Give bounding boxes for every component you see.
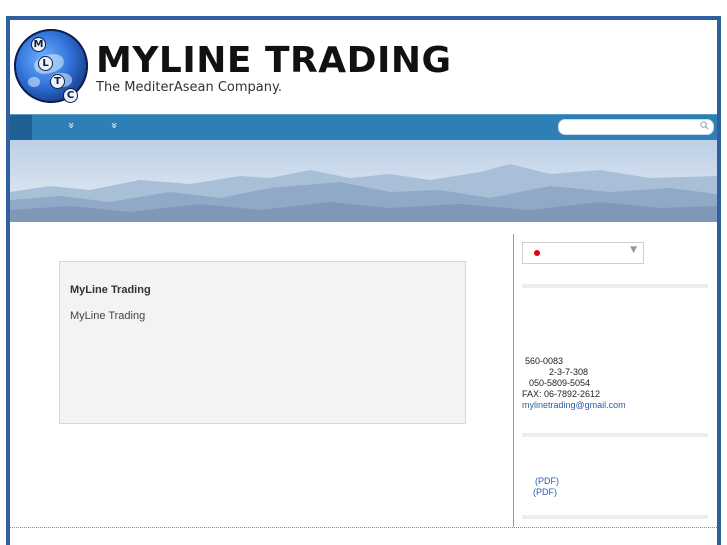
card-title: MyLine Trading (70, 284, 151, 296)
site-header: M L T C MYLINE TRADING The MediterAsean … (10, 20, 717, 114)
search-input[interactable] (558, 119, 714, 135)
footer-divider (10, 527, 717, 528)
mountain-banner (10, 140, 717, 222)
sidebar-divider (513, 234, 514, 527)
main-navigation: » » (10, 114, 717, 141)
street-address: 2-3-7-308 (549, 367, 589, 377)
logo-letter: M (32, 38, 45, 51)
content-area: MyLine Trading MyLine Trading ▼ 560-0083… (10, 222, 717, 527)
chevron-down-icon: ▼ (630, 245, 637, 255)
email-link[interactable]: mylinetrading@gmail.com (522, 400, 626, 411)
logo-globe-land (28, 77, 40, 87)
search-icon[interactable] (700, 121, 709, 130)
nav-lead-block (10, 115, 32, 141)
card-text: MyLine Trading (70, 310, 146, 322)
phone-number: 050-5809-5054 (529, 378, 591, 388)
japan-flag-icon (531, 249, 543, 257)
fax-number: FAX: 06-7892-2612 (522, 389, 601, 399)
nav-menu-chevron-icon[interactable]: » (65, 122, 78, 129)
logo-letter: L (39, 57, 52, 70)
site-title[interactable]: MYLINE TRADING (96, 40, 452, 81)
postal-code: 560-0083 (525, 356, 564, 366)
pdf-link[interactable]: (PDF) (535, 476, 559, 486)
sidebar-box-bottom (522, 515, 708, 519)
logo-letter: C (64, 89, 77, 102)
site-subtitle: The MediterAsean Company. (96, 80, 282, 95)
logo-letter: T (51, 75, 64, 88)
company-logo[interactable]: M L T C (14, 29, 88, 103)
nav-menu-chevron-icon[interactable]: » (108, 122, 121, 129)
welcome-card: MyLine Trading MyLine Trading (59, 261, 466, 424)
contact-info: 560-0083 2-3-7-308 050-5809-5054 FAX: 06… (522, 356, 626, 411)
pdf-link[interactable]: (PDF) (533, 487, 557, 497)
language-select[interactable]: ▼ (522, 242, 644, 264)
